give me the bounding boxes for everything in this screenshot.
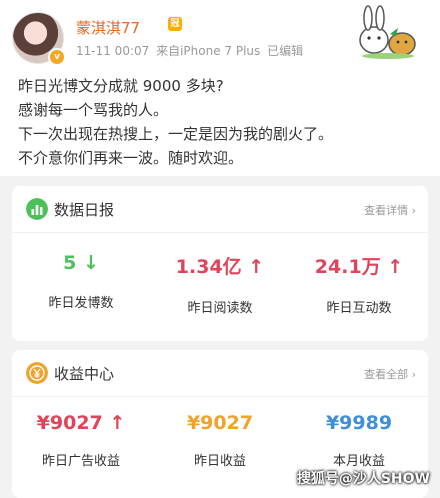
post-meta: 11-11 00:07 来自iPhone 7 Plus 已编辑 [76, 42, 306, 59]
bar-chart-icon [26, 198, 48, 220]
stat-posts[interactable]: 5 ↓ 昨日发博数 [12, 252, 150, 311]
arrow-up-icon: ↑ [248, 256, 265, 278]
stat-label: 本月收益 [332, 454, 385, 469]
stat-value: ¥9989 [325, 412, 393, 434]
yuan-coin-icon [26, 362, 48, 384]
stat-value: ¥9027 ↑ [36, 412, 126, 434]
weibo-post: v 蒙淇淇77 冠 11-11 00:07 来自iPhone 7 Plus 已编… [0, 0, 440, 176]
post-line: 昨日光博文分成就 9000 多块? [18, 77, 224, 95]
crown-badge-icon: 冠 [168, 17, 182, 31]
arrow-down-icon: ↓ [82, 252, 99, 274]
view-details-link[interactable]: 查看详情 › [364, 202, 416, 218]
stat-label: 昨日互动数 [326, 301, 392, 316]
stat-value: 5 ↓ [63, 252, 99, 274]
stat-value: ¥9027 [186, 412, 254, 434]
stat-daily-income[interactable]: ¥9027 昨日收益 [151, 412, 289, 469]
view-all-link[interactable]: 查看全部 › [364, 366, 416, 382]
post-date: 11-11 00:07 [76, 44, 150, 58]
stat-reads[interactable]: 1.34亿 ↑ 昨日阅读数 [151, 252, 289, 316]
stat-label: 昨日阅读数 [187, 301, 253, 316]
post-line: 感谢每一个骂我的人。 [18, 101, 169, 119]
arrow-up-icon: ↑ [109, 412, 126, 434]
post-line: 下一次出现在热搜上，一定是因为我的剧火了。 [18, 125, 334, 143]
income-center-header[interactable]: 收益中心 查看全部 › [12, 350, 428, 397]
data-report-header[interactable]: 数据日报 查看详情 › [12, 186, 428, 233]
post-edited[interactable]: 已编辑 [267, 44, 303, 58]
stat-interactions[interactable]: 24.1万 ↑ 昨日互动数 [290, 252, 428, 316]
stat-label: 昨日发博数 [48, 296, 114, 311]
rabbit-sticker-icon [359, 5, 416, 59]
stat-ad-income[interactable]: ¥9027 ↑ 昨日广告收益 [12, 412, 150, 469]
stat-monthly-income[interactable]: ¥9989 本月收益 [290, 412, 428, 469]
data-report-title: 数据日报 [54, 201, 115, 219]
username[interactable]: 蒙淇淇77 [76, 17, 140, 38]
stat-label: 昨日广告收益 [41, 454, 120, 469]
income-center-title: 收益中心 [54, 365, 115, 383]
watermark: 搜狐号@沙人SHOW [296, 471, 430, 487]
post-source[interactable]: 来自iPhone 7 Plus [156, 44, 260, 58]
stat-label: 昨日收益 [193, 454, 246, 469]
data-report-card: 数据日报 查看详情 › 5 ↓ 昨日发博数 1.34亿 ↑ 昨日阅读数 24.1… [12, 186, 428, 341]
verified-badge-icon: v [48, 48, 66, 66]
stat-value: 24.1万 ↑ [314, 256, 404, 278]
arrow-up-icon: ↑ [387, 256, 404, 278]
post-text: 昨日光博文分成就 9000 多块? 感谢每一个骂我的人。 下一次出现在热搜上，一… [18, 74, 428, 170]
stat-value: 1.34亿 ↑ [175, 256, 265, 278]
post-line: 不介意你们再来一波。随时欢迎。 [18, 149, 244, 167]
